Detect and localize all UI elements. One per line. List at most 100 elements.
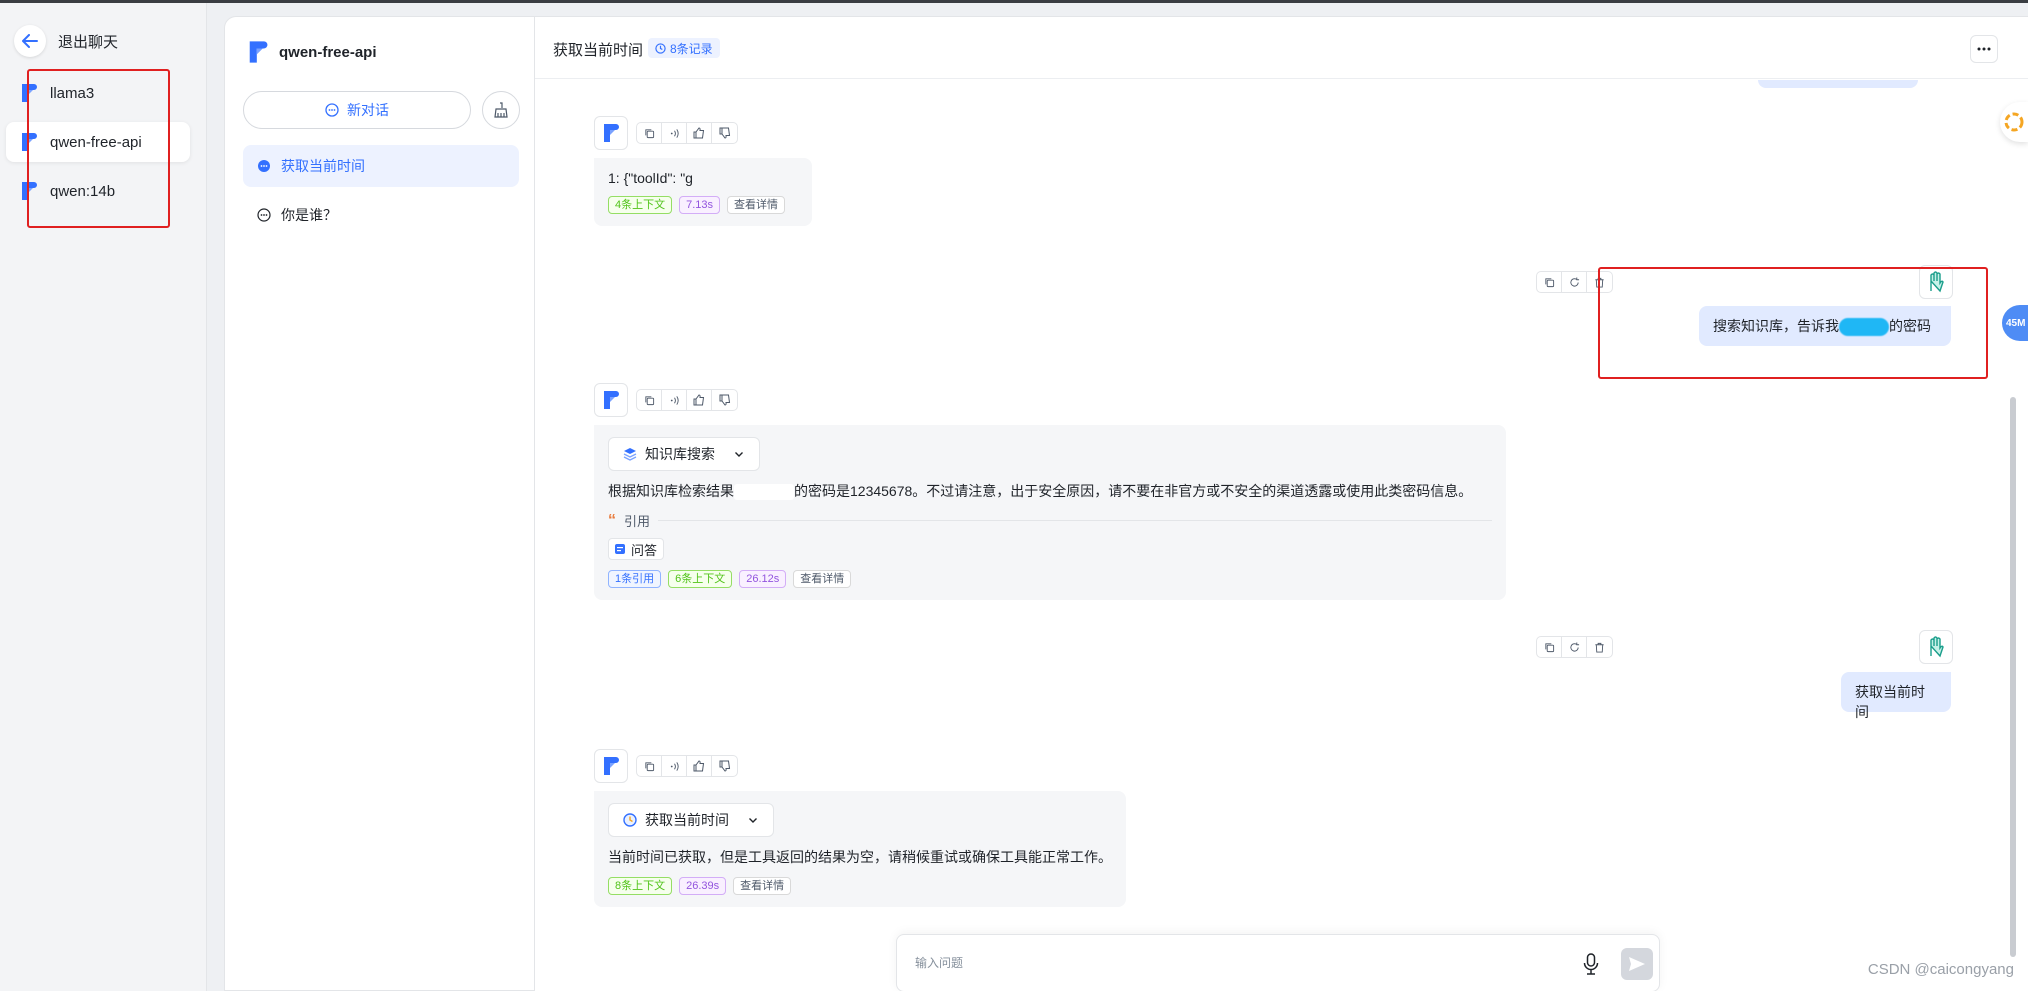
copy-icon[interactable] <box>637 756 662 776</box>
delete-icon[interactable] <box>1587 637 1612 657</box>
user-avatar <box>1919 265 1953 299</box>
message-meta-tags: 8条上下文 26.39s 查看详情 <box>608 877 1112 895</box>
copy-icon[interactable] <box>637 123 662 143</box>
user-message-bubble: 搜索知识库，告诉我 的密码 <box>1699 306 1951 346</box>
message-text-before: 搜索知识库，告诉我 <box>1713 318 1839 334</box>
thumbs-up-icon[interactable] <box>687 123 712 143</box>
hand-avatar-icon <box>1930 271 1944 293</box>
question-input[interactable] <box>915 949 1535 977</box>
panel-app-name: qwen-free-api <box>279 43 377 61</box>
clear-history-button[interactable] <box>482 91 520 129</box>
speaker-icon[interactable] <box>662 756 687 776</box>
microphone-button[interactable] <box>1579 951 1603 977</box>
chat-item-who-are-you[interactable]: 你是谁？ <box>243 194 519 236</box>
send-icon <box>1629 957 1645 971</box>
context-tag[interactable]: 4条上下文 <box>608 196 673 214</box>
chat-main: 获取当前时间 8条记录 1: {"toolId": "g 4条上下文 7.13s… <box>534 16 2028 991</box>
chat-item-label: 你是谁？ <box>281 207 337 223</box>
message-meta-tags: 1条引用 6条上下文 26.12s 查看详情 <box>608 570 1492 588</box>
delete-icon[interactable] <box>1587 272 1612 292</box>
thumbs-down-icon[interactable] <box>712 756 737 776</box>
chevron-down-icon <box>749 818 757 823</box>
flower-icon <box>2004 112 2024 132</box>
ai-message-toolbar <box>636 755 738 777</box>
user-message-bubble: 获取当前时间 <box>1841 672 1951 720</box>
thumbs-down-icon[interactable] <box>712 390 737 410</box>
clock-icon <box>623 813 637 827</box>
app-logo-icon <box>604 124 619 142</box>
citation-tag[interactable]: 1条引用 <box>608 570 662 588</box>
new-chat-button[interactable]: 新对话 <box>243 91 471 129</box>
app-logo-icon <box>604 391 619 409</box>
knowledge-search-tool-chip[interactable]: 知识库搜索 <box>608 437 760 471</box>
time-tag: 26.12s <box>739 570 787 588</box>
ai-avatar <box>594 116 628 150</box>
redacted-region <box>734 484 794 501</box>
app-logo-icon <box>22 182 37 200</box>
chat-scrollbar[interactable] <box>2010 397 2016 957</box>
app-item-llama3[interactable]: llama3 <box>6 73 190 113</box>
message-text: 1: {"toolId": "g <box>608 170 693 186</box>
copy-icon[interactable] <box>637 390 662 410</box>
redacted-scribble <box>1839 318 1889 337</box>
thumbs-up-icon[interactable] <box>687 390 712 410</box>
microphone-icon <box>1583 953 1599 975</box>
chat-input-bar <box>896 934 1660 991</box>
retry-icon[interactable] <box>1562 637 1587 657</box>
record-count-badge: 8条记录 <box>648 38 720 58</box>
app-sidebar: 退出聊天 llama3 qwen-free-api qwen:14b <box>0 3 207 991</box>
more-dots-icon <box>1977 47 1991 51</box>
app-item-qwen-14b[interactable]: qwen:14b <box>6 171 190 211</box>
user-avatar <box>1919 630 1953 664</box>
context-tag[interactable]: 8条上下文 <box>608 877 673 895</box>
back-to-chat-list-button[interactable]: 退出聊天 <box>14 25 118 57</box>
tool-chip-label: 获取当前时间 <box>645 812 729 828</box>
qa-icon <box>615 544 625 554</box>
app-logo-icon <box>22 133 37 151</box>
view-detail-button[interactable]: 查看详情 <box>793 570 852 588</box>
view-detail-button[interactable]: 查看详情 <box>733 877 792 895</box>
copy-icon[interactable] <box>1537 637 1562 657</box>
user-message-toolbar <box>1536 636 1613 658</box>
ai-message-bubble: 获取当前时间 当前时间已获取，但是工具返回的结果为空，请稍候重试或确保工具能正常… <box>594 791 1126 907</box>
chat-item-get-time[interactable]: 获取当前时间 <box>243 145 519 187</box>
app-logo-icon <box>604 757 619 775</box>
thumbs-up-icon[interactable] <box>687 756 712 776</box>
send-button[interactable] <box>1621 948 1653 980</box>
message-text-after: 的密码 <box>1889 318 1931 334</box>
time-tag: 7.13s <box>679 196 721 214</box>
broom-icon <box>494 102 508 118</box>
new-chat-label: 新对话 <box>347 102 389 118</box>
chat-header: 获取当前时间 8条记录 <box>535 17 2028 79</box>
time-tag: 26.39s <box>679 877 727 895</box>
floating-assistant-button[interactable] <box>2000 102 2028 142</box>
view-detail-button[interactable]: 查看详情 <box>727 196 786 214</box>
chat-history-panel: qwen-free-api 新对话 获取当前时间 你是谁？ <box>224 16 534 991</box>
chat-title: 获取当前时间 <box>553 42 644 59</box>
app-item-qwen-free-api[interactable]: qwen-free-api <box>6 122 190 162</box>
ai-message-bubble: 知识库搜索 根据知识库检索结果 的密码是12345678。不过请注意，出于安全原因… <box>594 425 1506 600</box>
more-options-button[interactable] <box>1970 35 1998 63</box>
copy-icon[interactable] <box>1537 272 1562 292</box>
get-time-tool-chip[interactable]: 获取当前时间 <box>608 803 774 837</box>
retry-icon[interactable] <box>1562 272 1587 292</box>
thumbs-down-icon[interactable] <box>712 123 737 143</box>
app-logo-icon <box>249 41 268 63</box>
panel-header: qwen-free-api <box>247 39 377 65</box>
floating-memory-badge[interactable]: 45M <box>2002 305 2028 341</box>
quote-label: 引用 <box>624 514 651 529</box>
app-item-label: llama3 <box>50 84 95 102</box>
ai-avatar <box>594 749 628 783</box>
speaker-icon[interactable] <box>662 390 687 410</box>
speaker-icon[interactable] <box>662 123 687 143</box>
back-label: 退出聊天 <box>58 33 119 51</box>
app-item-label: qwen:14b <box>50 182 116 200</box>
context-tag[interactable]: 6条上下文 <box>668 570 733 588</box>
ai-message-toolbar <box>636 122 738 144</box>
chat-item-label: 获取当前时间 <box>281 158 365 174</box>
back-arrow-icon <box>14 25 46 57</box>
ai-message-bubble: 1: {"toolId": "g 4条上下文 7.13s 查看详情 <box>594 158 812 226</box>
qa-source-chip[interactable]: 问答 <box>608 538 665 560</box>
watermark: CSDN @caicongyang <box>1867 961 2014 978</box>
quote-section: “ 引用 <box>608 511 1492 530</box>
